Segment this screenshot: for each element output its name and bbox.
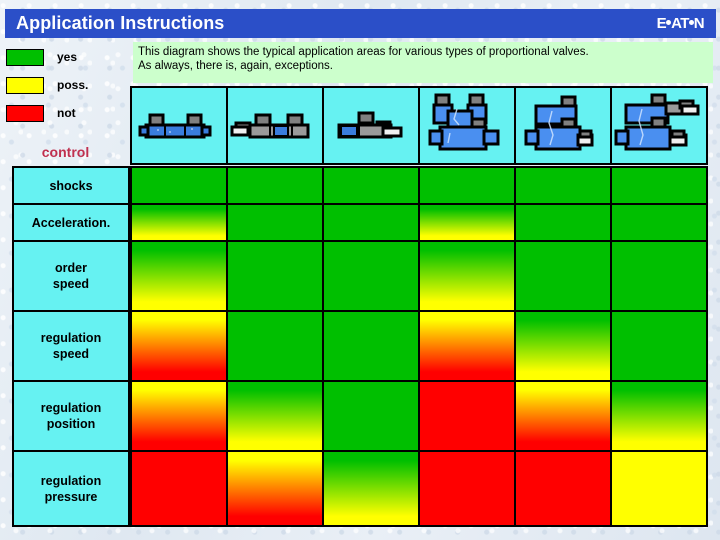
valve-manifold-2-section-icon (337, 111, 403, 138)
application-area-grid (130, 166, 708, 527)
grid-cell (420, 205, 516, 240)
valve-manifold-3-section-icon (230, 113, 310, 138)
grid-cell (420, 312, 516, 380)
grid-cell (132, 382, 228, 450)
legend-label-not: not (57, 106, 76, 120)
legend-item-poss: poss. (6, 72, 124, 98)
row-label: shocks (14, 168, 128, 205)
legend-swatch-yes (6, 48, 44, 66)
grid-cell (516, 452, 612, 525)
grid-cell (228, 205, 324, 240)
legend-label-yes: yes (57, 50, 78, 64)
valve-column-header-4 (420, 88, 516, 163)
valve-cartridge-stacked-with-sensor-icon (614, 93, 700, 150)
grid-cell (516, 205, 612, 240)
grid-cell (612, 205, 706, 240)
grid-cell (228, 382, 324, 450)
row-label: order speed (14, 242, 128, 312)
logo-text-part-1: E (656, 15, 667, 32)
grid-cell (132, 168, 228, 203)
grid-cell (612, 168, 706, 203)
row-label-column: shocks Acceleration. order speed regulation s… (12, 166, 130, 527)
legend-item-not: not (6, 100, 124, 126)
legend: yes poss. not (6, 44, 124, 128)
valve-cartridge-stacked-single-icon (524, 95, 594, 150)
valve-column-header-3 (324, 88, 420, 163)
grid-cell (228, 452, 324, 525)
valve-column-header-2 (228, 88, 324, 163)
grid-cell (132, 452, 228, 525)
grid-cell (516, 242, 612, 310)
grid-cell (516, 168, 612, 203)
axis-label-control: control (41, 144, 90, 160)
title-bar: Application Instructions E AT N (5, 9, 716, 38)
grid-cell (612, 452, 706, 525)
grid-cell (612, 242, 706, 310)
description-box: This diagram shows the typical applicati… (133, 42, 713, 83)
valve-column-header-5 (516, 88, 612, 163)
row-label: Acceleration. (14, 205, 128, 242)
grid-cell (324, 452, 420, 525)
legend-swatch-not (6, 104, 44, 122)
valve-column-header-6 (612, 88, 706, 163)
legend-label-poss: poss. (57, 78, 89, 92)
grid-cell (324, 168, 420, 203)
page-title: Application Instructions (16, 13, 225, 33)
grid-row (132, 242, 706, 312)
row-label: regulation position (14, 382, 128, 452)
logo-text-part-2: AT (671, 15, 689, 32)
grid-row (132, 312, 706, 382)
description-line-2: As always, there is, again, exceptions. (138, 60, 333, 72)
grid-cell (324, 312, 420, 380)
logo-text-part-3: N (693, 15, 705, 32)
grid-cell (612, 312, 706, 380)
valve-column-header-1 (132, 88, 228, 163)
legend-item-yes: yes (6, 44, 124, 70)
grid-cell (228, 242, 324, 310)
eaton-logo: E AT N (656, 15, 705, 32)
valve-cartridge-stacked-dual-icon (428, 93, 500, 150)
grid-cell (516, 382, 612, 450)
grid-cell (324, 382, 420, 450)
row-label: regulation pressure (14, 452, 128, 525)
valve-4-3-spool-small-icon (138, 113, 212, 138)
legend-swatch-poss (6, 76, 44, 94)
grid-cell (132, 205, 228, 240)
grid-cell (324, 242, 420, 310)
grid-row (132, 168, 706, 205)
grid-cell (228, 312, 324, 380)
grid-cell (420, 382, 516, 450)
grid-cell (132, 312, 228, 380)
grid-cell (420, 168, 516, 203)
grid-row (132, 205, 706, 242)
grid-row (132, 382, 706, 452)
grid-cell (228, 168, 324, 203)
grid-cell (420, 242, 516, 310)
row-label: regulation speed (14, 312, 128, 382)
grid-cell (324, 205, 420, 240)
grid-row (132, 452, 706, 525)
grid-cell (516, 312, 612, 380)
grid-cell (420, 452, 516, 525)
grid-cell (132, 242, 228, 310)
valve-type-header-row (130, 86, 708, 165)
description-line-1: This diagram shows the typical applicati… (138, 46, 589, 58)
grid-cell (612, 382, 706, 450)
